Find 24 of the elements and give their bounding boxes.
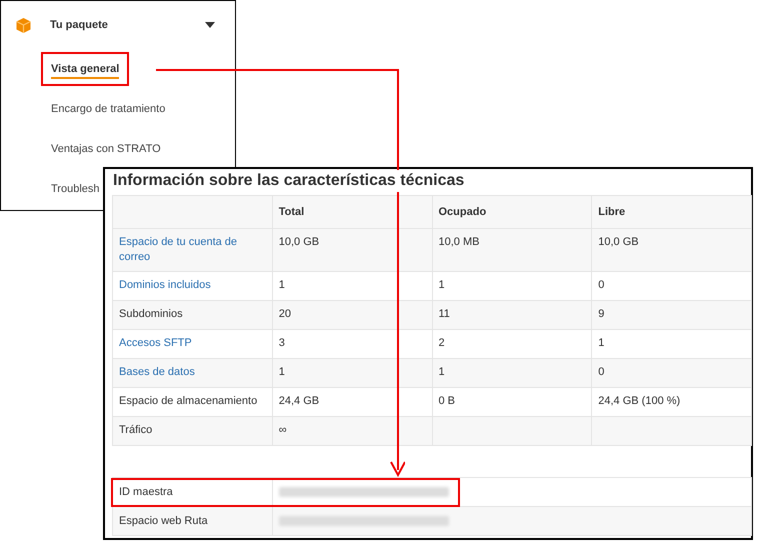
menu-item[interactable]: Ventajas con STRATO [51,129,161,169]
column-header: Libre [592,196,752,228]
column-header: Total [272,196,432,228]
panel-title: Información sobre las características técnicas [113,170,464,192]
menu-title[interactable]: Tu paquete [50,16,108,34]
table-cell: 10,0 MB [432,228,592,272]
caret-icon[interactable] [205,22,215,28]
table-cell: 11 [432,300,592,330]
row-label: Tráfico [112,416,272,446]
menu-item[interactable]: Troublesh [51,169,100,209]
row-label: Espacio web Ruta [112,506,272,536]
table-cell: ∞ [272,416,432,446]
row-label: Subdominios [112,300,272,330]
menu-item[interactable]: Vista general [41,52,130,86]
table-cell: 20 [272,300,432,330]
table-cell: 10,0 GB [272,228,432,272]
table-cell: 1 [272,358,432,388]
table-cell: 0 [592,358,752,388]
table-cell: 10,0 GB [592,228,752,272]
table-cell: 1 [432,358,592,388]
column-header: Ocupado [432,196,592,228]
menu-item[interactable]: Encargo de tratamiento [51,89,166,129]
box-icon [15,16,32,34]
table-cell: 9 [592,300,752,330]
